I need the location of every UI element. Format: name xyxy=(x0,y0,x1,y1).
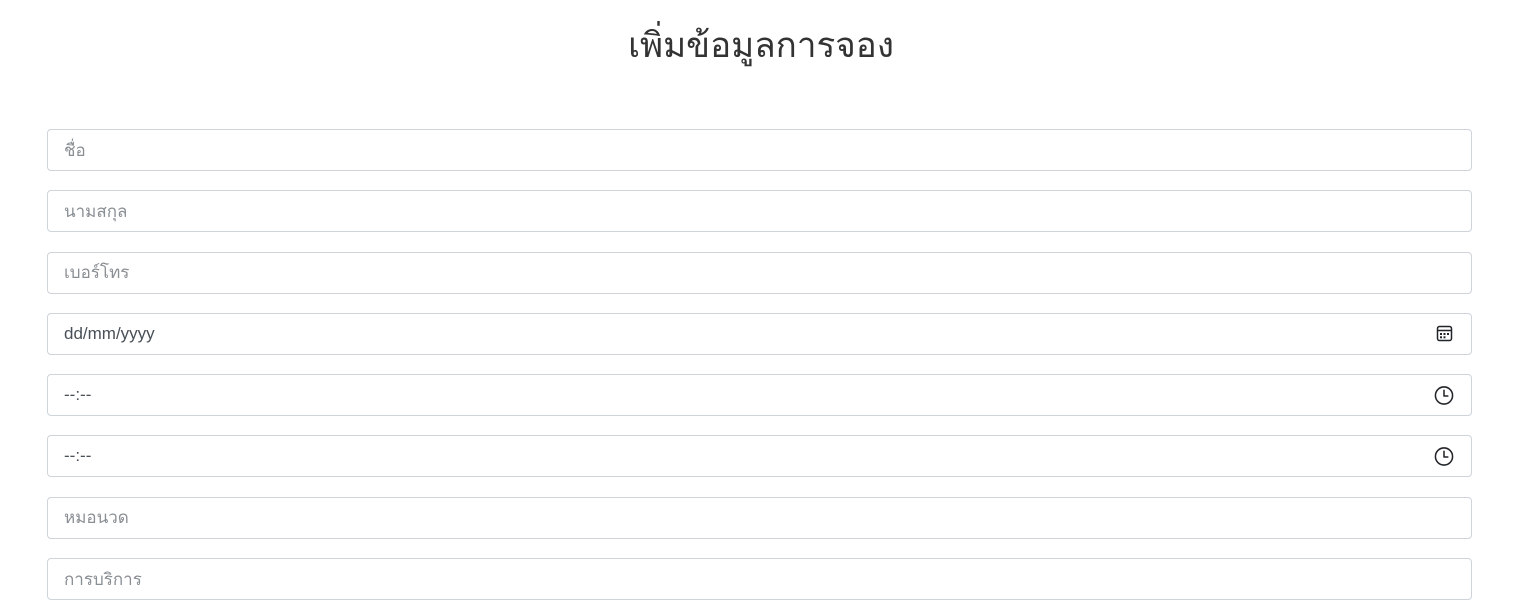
last-name-placeholder: นามสกุล xyxy=(64,201,128,222)
start-time-value: --:-- xyxy=(64,385,92,405)
page-title: เพิ่มข้อมูลการจอง xyxy=(628,26,894,66)
end-time-field[interactable]: --:-- xyxy=(47,435,1472,478)
first-name-placeholder: ชื่อ xyxy=(64,140,86,161)
start-time-field[interactable]: --:-- xyxy=(47,374,1472,417)
phone-placeholder: เบอร์โทร xyxy=(64,263,130,284)
calendar-icon[interactable] xyxy=(1434,324,1454,344)
last-name-field[interactable]: นามสกุล xyxy=(47,190,1472,233)
first-name-field[interactable]: ชื่อ xyxy=(47,129,1472,171)
date-value: dd/mm/yyyy xyxy=(64,323,155,343)
clock-icon[interactable] xyxy=(1434,446,1454,466)
end-time-value: --:-- xyxy=(64,446,92,466)
masseuse-placeholder: หมอนวด xyxy=(64,508,129,529)
clock-icon[interactable] xyxy=(1434,385,1454,405)
phone-field[interactable]: เบอร์โทร xyxy=(47,251,1472,294)
booking-form: ชื่อ นามสกุล เบอร์โทร dd/mm/yyyy --:-- -… xyxy=(47,129,1472,601)
service-placeholder: การบริการ xyxy=(64,569,142,590)
date-field[interactable]: dd/mm/yyyy xyxy=(47,312,1472,355)
masseuse-field[interactable]: หมอนวด xyxy=(47,496,1472,539)
service-field[interactable]: การบริการ xyxy=(47,558,1472,601)
